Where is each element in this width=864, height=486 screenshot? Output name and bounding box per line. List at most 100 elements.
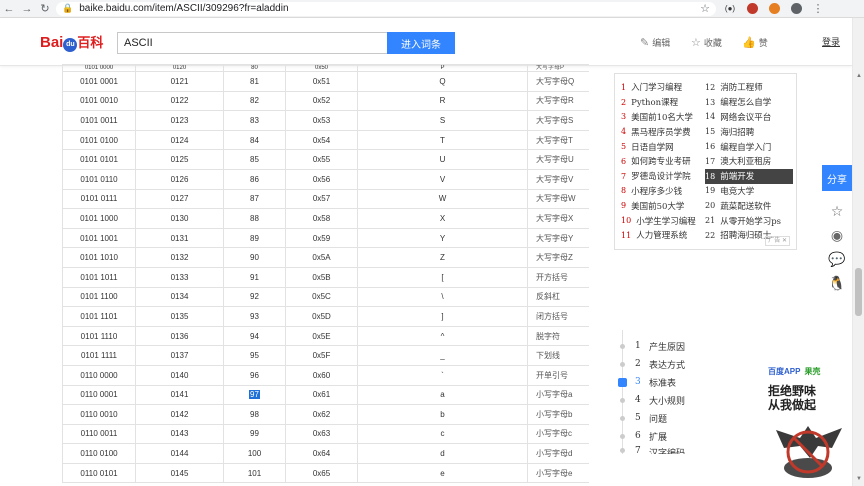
directory-item[interactable]: 7 汉字编码 [618, 446, 685, 454]
table-cell: 小写字母e [527, 462, 589, 484]
ad-link[interactable]: 5 日语自学网 [621, 139, 705, 154]
search-input[interactable]: ASCII [117, 32, 387, 54]
table-cell: 94 [223, 325, 286, 347]
ad-link[interactable]: 10 小学生学习编程 [621, 213, 705, 228]
table-cell: 0x51 [285, 71, 358, 92]
ad-link-label: 消防工程师 [720, 83, 763, 94]
table-cell: 0135 [135, 306, 224, 327]
ad-link[interactable]: 6 如何跨专业考研 [621, 154, 705, 169]
logo-text: Bai [40, 34, 64, 51]
ad-link[interactable]: 13 编程怎么自学 [705, 95, 793, 110]
ad-link-number: 16 [705, 142, 716, 152]
scroll-thumb[interactable] [855, 268, 862, 316]
login-link[interactable]: 登录 [822, 35, 840, 48]
table-cell: 0x65 [285, 462, 358, 484]
table-cell: 大写字母V [527, 168, 589, 190]
directory-item[interactable]: 2 表达方式 [618, 356, 685, 372]
favorite-button[interactable]: ☆ 收藏 [691, 35, 722, 49]
qq-icon[interactable]: 🐧 [826, 272, 848, 294]
selected-text: 97 [249, 390, 260, 400]
like-button[interactable]: 👍 赞 [742, 35, 768, 49]
ad-link[interactable]: 19 电竞大学 [705, 184, 793, 199]
directory-item-number: 1 [635, 341, 641, 351]
directory-dot-icon [618, 396, 627, 405]
table-cell: d [357, 443, 528, 464]
table-cell: 0101 0000 [62, 64, 136, 72]
ad-link[interactable]: 1 入门学习编程 [621, 80, 705, 95]
ad-link[interactable]: 14 网络会议平台 [705, 110, 793, 125]
table-cell: 81 [223, 71, 286, 92]
menu-kebab-icon[interactable]: ⋮ [810, 1, 826, 17]
table-cell: 0143 [135, 423, 224, 445]
ad-link-number: 13 [705, 97, 716, 107]
ad-link[interactable]: 15 海归招聘 [705, 124, 793, 139]
directory-item[interactable]: 4 大小规则 [618, 392, 685, 408]
baike-logo[interactable]: Bai du 百科 [40, 34, 103, 52]
table-cell: 开单引号 [527, 364, 589, 386]
ad-link[interactable]: 3 美国前10名大学 [621, 110, 705, 125]
directory-item[interactable]: 5 问题 [618, 410, 667, 426]
ad-link[interactable]: 7 罗德岛设计学院 [621, 169, 705, 184]
directory-dot-icon [618, 342, 627, 351]
weibo-icon[interactable]: ◉ [826, 224, 848, 246]
ad-link[interactable]: 8 小程序多少钱 [621, 184, 705, 199]
ad-link[interactable]: 21 从零开始学习ps [705, 213, 793, 228]
ad-link[interactable]: 12 消防工程师 [705, 80, 793, 95]
directory-dot-icon [618, 432, 627, 441]
directory-item[interactable]: 6 扩展 [618, 428, 667, 444]
extension-icon[interactable]: (●) [722, 1, 738, 17]
table-row: 0110 0010 0142 98 0x62 b 小写字母b [62, 404, 589, 425]
scroll-down-icon[interactable]: ▼ [856, 476, 862, 482]
promo-banner[interactable]: 百度APP 果壳 拒绝野味 从我做起 [764, 364, 852, 486]
ad-link[interactable]: 20 蔬菜配送软件 [705, 198, 793, 213]
directory-item[interactable]: 3 标准表 [618, 374, 676, 390]
ad-link-number: 6 [621, 156, 627, 166]
reload-icon[interactable]: ↻ [36, 0, 54, 18]
address-bar[interactable]: 🔒 baike.baidu.com/item/ASCII/309296?fr=a… [56, 1, 716, 16]
table-cell: 0110 0101 [62, 462, 136, 484]
ad-link[interactable]: 2 Python课程 [621, 95, 705, 110]
back-icon[interactable]: ← [0, 0, 18, 18]
orange-extension-icon[interactable] [766, 1, 782, 17]
ad-link-number: 11 [621, 230, 632, 240]
scroll-up-icon[interactable]: ▲ [856, 73, 862, 79]
ad-link[interactable]: 4 黑马程序员学费 [621, 124, 705, 139]
table-cell: 90 [223, 247, 286, 268]
table-row: 0101 1100 0134 92 0x5C \ 反斜杠 [62, 286, 589, 308]
table-row: 0101 1110 0136 94 0x5E ^ 脱字符 [62, 325, 589, 347]
directory-item-label: 产生原因 [649, 342, 686, 353]
enter-entry-button[interactable]: 进入词条 [387, 32, 455, 54]
table-cell: 0x5C [285, 286, 358, 308]
table-cell: 0x52 [285, 90, 358, 112]
ad-link-label: 罗德岛设计学院 [631, 172, 691, 183]
table-row: 0101 0001 0121 81 0x51 Q 大写字母Q [62, 71, 589, 92]
share-button[interactable]: 分享 [822, 165, 852, 191]
star-share-icon[interactable]: ☆ [826, 200, 848, 222]
ad-link[interactable]: 18 前端开发 [705, 168, 793, 184]
ad-link-number: 4 [621, 127, 627, 137]
scrollbar[interactable]: ▲ ▼ [852, 18, 864, 486]
table-cell: 0110 0001 [62, 384, 136, 406]
ad-link[interactable]: 17 澳大利亚租房 [705, 154, 793, 169]
profile-icon[interactable] [788, 1, 804, 17]
ad-tag[interactable]: 广告 ✕ [765, 236, 790, 246]
forward-icon[interactable]: → [18, 0, 36, 18]
table-cell: 0132 [135, 247, 224, 268]
table-cell: 开方括号 [527, 266, 589, 288]
bookmark-star-icon[interactable]: ☆ [700, 2, 716, 15]
table-cell: 0122 [135, 90, 224, 112]
directory-item[interactable]: 1 产生原因 [618, 338, 685, 354]
shield-extension-icon[interactable] [744, 1, 760, 17]
wechat-icon[interactable]: 💬 [826, 248, 848, 270]
ad-link[interactable]: 9 美国前50大学 [621, 198, 705, 213]
table-cell: 0101 1001 [62, 227, 136, 249]
ad-link-label: 如何跨专业考研 [631, 157, 691, 168]
edit-button[interactable]: ✎ 编辑 [640, 35, 670, 49]
ad-link[interactable]: 11 人力管理系统 [621, 228, 705, 243]
table-cell: e [357, 462, 528, 484]
ad-link[interactable]: 16 编程自学入门 [705, 139, 793, 154]
directory-dot-icon [618, 446, 627, 454]
table-cell: 小写字母d [527, 443, 589, 464]
directory-item-label: 大小规则 [649, 396, 686, 407]
ad-link-label: Python课程 [631, 98, 679, 109]
